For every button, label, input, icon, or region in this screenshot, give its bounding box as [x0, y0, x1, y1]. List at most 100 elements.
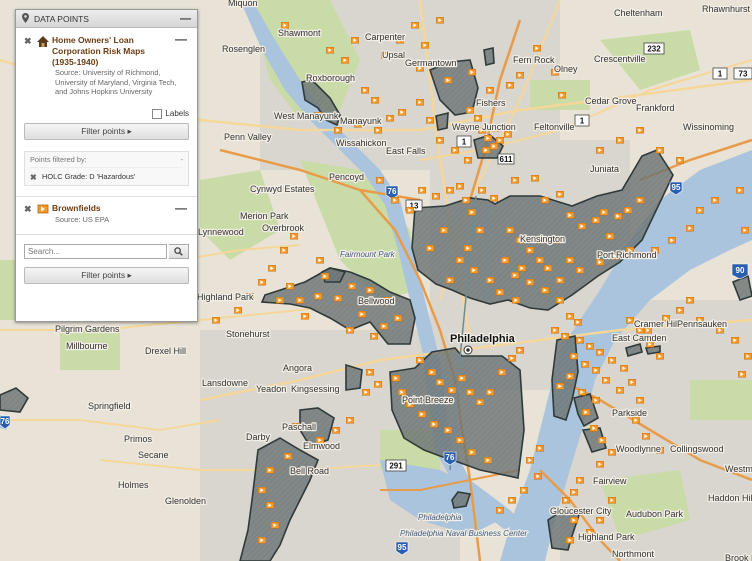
brownfield-marker[interactable] — [456, 257, 464, 264]
brownfield-marker[interactable] — [566, 537, 574, 544]
brownfield-marker[interactable] — [428, 369, 436, 376]
brownfield-marker[interactable] — [484, 135, 492, 142]
brownfield-marker[interactable] — [482, 147, 490, 154]
brownfield-marker[interactable] — [590, 425, 598, 432]
brownfield-marker[interactable] — [582, 409, 590, 416]
filter-points-button[interactable]: Filter points ▸ — [24, 122, 189, 140]
brownfield-marker[interactable] — [370, 333, 378, 340]
brownfield-marker[interactable] — [541, 287, 549, 294]
brownfield-marker[interactable] — [608, 357, 616, 364]
brownfield-marker[interactable] — [486, 389, 494, 396]
brownfield-marker[interactable] — [561, 333, 569, 340]
brownfield-marker[interactable] — [498, 369, 506, 376]
brownfield-marker[interactable] — [711, 197, 719, 204]
brownfield-marker[interactable] — [406, 207, 414, 214]
brownfield-marker[interactable] — [602, 377, 610, 384]
brownfield-marker[interactable] — [496, 289, 504, 296]
brownfield-marker[interactable] — [534, 473, 542, 480]
brownfield-marker[interactable] — [576, 267, 584, 274]
brownfield-marker[interactable] — [426, 117, 434, 124]
brownfield-marker[interactable] — [636, 127, 644, 134]
brownfield-marker[interactable] — [526, 457, 534, 464]
brownfield-marker[interactable] — [284, 453, 292, 460]
brownfield-marker[interactable] — [380, 323, 388, 330]
brownfield-marker[interactable] — [598, 437, 606, 444]
brownfield-marker[interactable] — [314, 293, 322, 300]
brownfield-marker[interactable] — [592, 367, 600, 374]
brownfield-marker[interactable] — [616, 387, 624, 394]
brownfield-marker[interactable] — [508, 497, 516, 504]
brownfield-marker[interactable] — [398, 109, 406, 116]
brownfield-marker[interactable] — [456, 183, 464, 190]
brownfield-marker[interactable] — [531, 175, 539, 182]
brownfield-marker[interactable] — [741, 227, 749, 234]
brownfield-marker[interactable] — [386, 115, 394, 122]
brownfield-marker[interactable] — [301, 313, 309, 320]
brownfield-marker[interactable] — [586, 343, 594, 350]
brownfield-marker[interactable] — [632, 417, 640, 424]
brownfield-marker[interactable] — [432, 193, 440, 200]
brownfield-marker[interactable] — [361, 87, 369, 94]
brownfield-marker[interactable] — [576, 337, 584, 344]
brownfield-marker[interactable] — [676, 307, 684, 314]
brownfield-marker[interactable] — [556, 297, 564, 304]
brownfield-marker[interactable] — [506, 227, 514, 234]
brownfield-marker[interactable] — [476, 399, 484, 406]
collapse-panel-button[interactable]: — — [180, 13, 191, 25]
brownfield-marker[interactable] — [426, 245, 434, 252]
brownfield-marker[interactable] — [566, 212, 574, 219]
brownfield-marker[interactable] — [436, 137, 444, 144]
brownfield-marker[interactable] — [696, 207, 704, 214]
brownfield-marker[interactable] — [596, 147, 604, 154]
brownfield-marker[interactable] — [458, 375, 466, 382]
brownfield-marker[interactable] — [616, 137, 624, 144]
brownfield-marker[interactable] — [334, 295, 342, 302]
brownfield-marker[interactable] — [558, 92, 566, 99]
brownfield-marker[interactable] — [268, 265, 276, 272]
brownfield-marker[interactable] — [533, 45, 541, 52]
brownfield-marker[interactable] — [436, 379, 444, 386]
brownfield-marker[interactable] — [566, 313, 574, 320]
brownfield-marker[interactable] — [316, 257, 324, 264]
brownfield-marker[interactable] — [486, 87, 494, 94]
brownfield-marker[interactable] — [576, 477, 584, 484]
brownfield-marker[interactable] — [636, 397, 644, 404]
brownfield-marker[interactable] — [656, 353, 664, 360]
panel-header[interactable]: DATA POINTS — — [16, 10, 197, 28]
brownfield-marker[interactable] — [446, 187, 454, 194]
brownfield-marker[interactable] — [346, 417, 354, 424]
brownfield-marker[interactable] — [290, 233, 298, 240]
brownfield-marker[interactable] — [578, 389, 586, 396]
brownfield-marker[interactable] — [444, 427, 452, 434]
brownfield-marker[interactable] — [508, 355, 516, 362]
brownfield-marker[interactable] — [276, 297, 284, 304]
remove-layer-icon[interactable]: ✖ — [24, 36, 34, 47]
search-button[interactable] — [169, 244, 189, 259]
brownfield-marker[interactable] — [581, 361, 589, 368]
brownfield-marker[interactable] — [258, 279, 266, 286]
brownfield-marker[interactable] — [676, 157, 684, 164]
brownfield-marker[interactable] — [362, 389, 370, 396]
brownfield-marker[interactable] — [271, 522, 279, 529]
brownfield-marker[interactable] — [556, 277, 564, 284]
brownfield-marker[interactable] — [541, 197, 549, 204]
brownfield-marker[interactable] — [266, 502, 274, 509]
brownfield-marker[interactable] — [451, 147, 459, 154]
brownfield-marker[interactable] — [556, 383, 564, 390]
brownfield-marker[interactable] — [474, 115, 482, 122]
brownfield-marker[interactable] — [628, 379, 636, 386]
brownfield-marker[interactable] — [606, 233, 614, 240]
brownfield-marker[interactable] — [731, 337, 739, 344]
brownfield-marker[interactable] — [334, 127, 342, 134]
brownfield-marker[interactable] — [596, 461, 604, 468]
brownfield-marker[interactable] — [592, 397, 600, 404]
brownfield-marker[interactable] — [636, 197, 644, 204]
brownfield-marker[interactable] — [444, 77, 452, 84]
brownfield-marker[interactable] — [391, 197, 399, 204]
brownfield-marker[interactable] — [544, 265, 552, 272]
brownfield-marker[interactable] — [566, 257, 574, 264]
brownfield-marker[interactable] — [418, 411, 426, 418]
brownfield-marker[interactable] — [738, 371, 746, 378]
remove-filter-icon[interactable]: ✖ — [30, 173, 42, 182]
labels-toggle[interactable]: Labels — [16, 108, 197, 119]
